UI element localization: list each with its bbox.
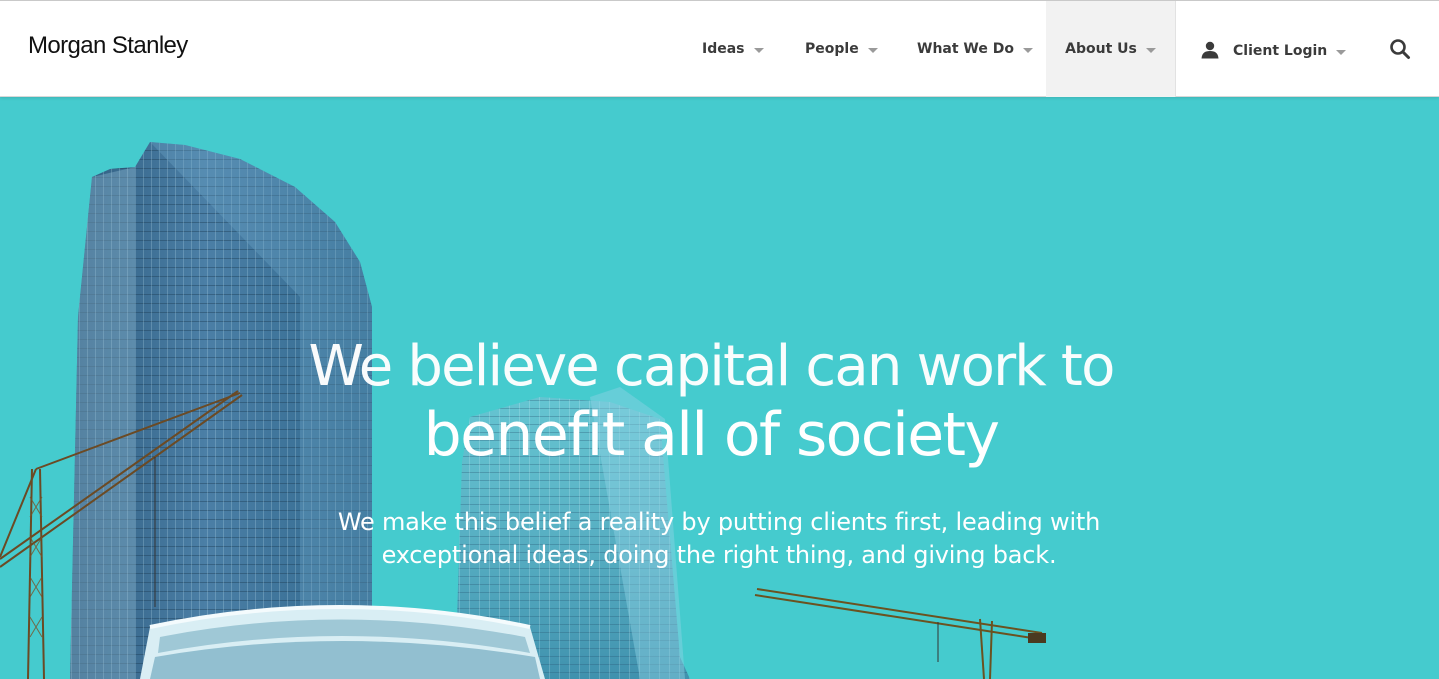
hero-headline-line-1: We believe capital can work to (308, 334, 1115, 399)
nav-item-label: Ideas (702, 41, 745, 57)
nav-item-ideas[interactable]: Ideas (702, 1, 764, 97)
caret-down-icon (1336, 49, 1347, 55)
caret-down-icon (1022, 47, 1033, 53)
caret-down-icon (1145, 47, 1156, 53)
nav-divider (1175, 1, 1176, 97)
hero-banner: We believe capital can work to benefit a… (0, 97, 1439, 679)
client-login-button[interactable]: Client Login (1201, 3, 1347, 99)
hero-subheading-line-2: exceptional ideas, doing the right thing… (381, 541, 1057, 569)
caret-down-icon (867, 47, 878, 53)
nav-item-people[interactable]: People (805, 1, 878, 97)
search-icon[interactable] (1389, 38, 1411, 60)
nav-item-what-we-do[interactable]: What We Do (917, 1, 1033, 97)
nav-item-label: What We Do (917, 41, 1014, 57)
nav-item-label: About Us (1065, 41, 1137, 57)
hero-headline-line-2: benefit all of society (423, 400, 1000, 470)
site-header: Morgan Stanley Ideas People What We Do A… (0, 0, 1439, 97)
nav-item-label: People (805, 41, 859, 57)
hero-headline: We believe capital can work to benefit a… (0, 333, 1422, 469)
main-nav: Ideas People What We Do About Us Client … (0, 1, 1439, 97)
client-login-label: Client Login (1233, 43, 1328, 59)
hero-subheading: We make this belief a reality by putting… (0, 506, 1438, 572)
caret-down-icon (753, 47, 764, 53)
hero-subheading-line-1: We make this belief a reality by putting… (337, 508, 1101, 536)
user-icon (1201, 41, 1219, 59)
nav-item-about-us[interactable]: About Us (1046, 1, 1175, 97)
